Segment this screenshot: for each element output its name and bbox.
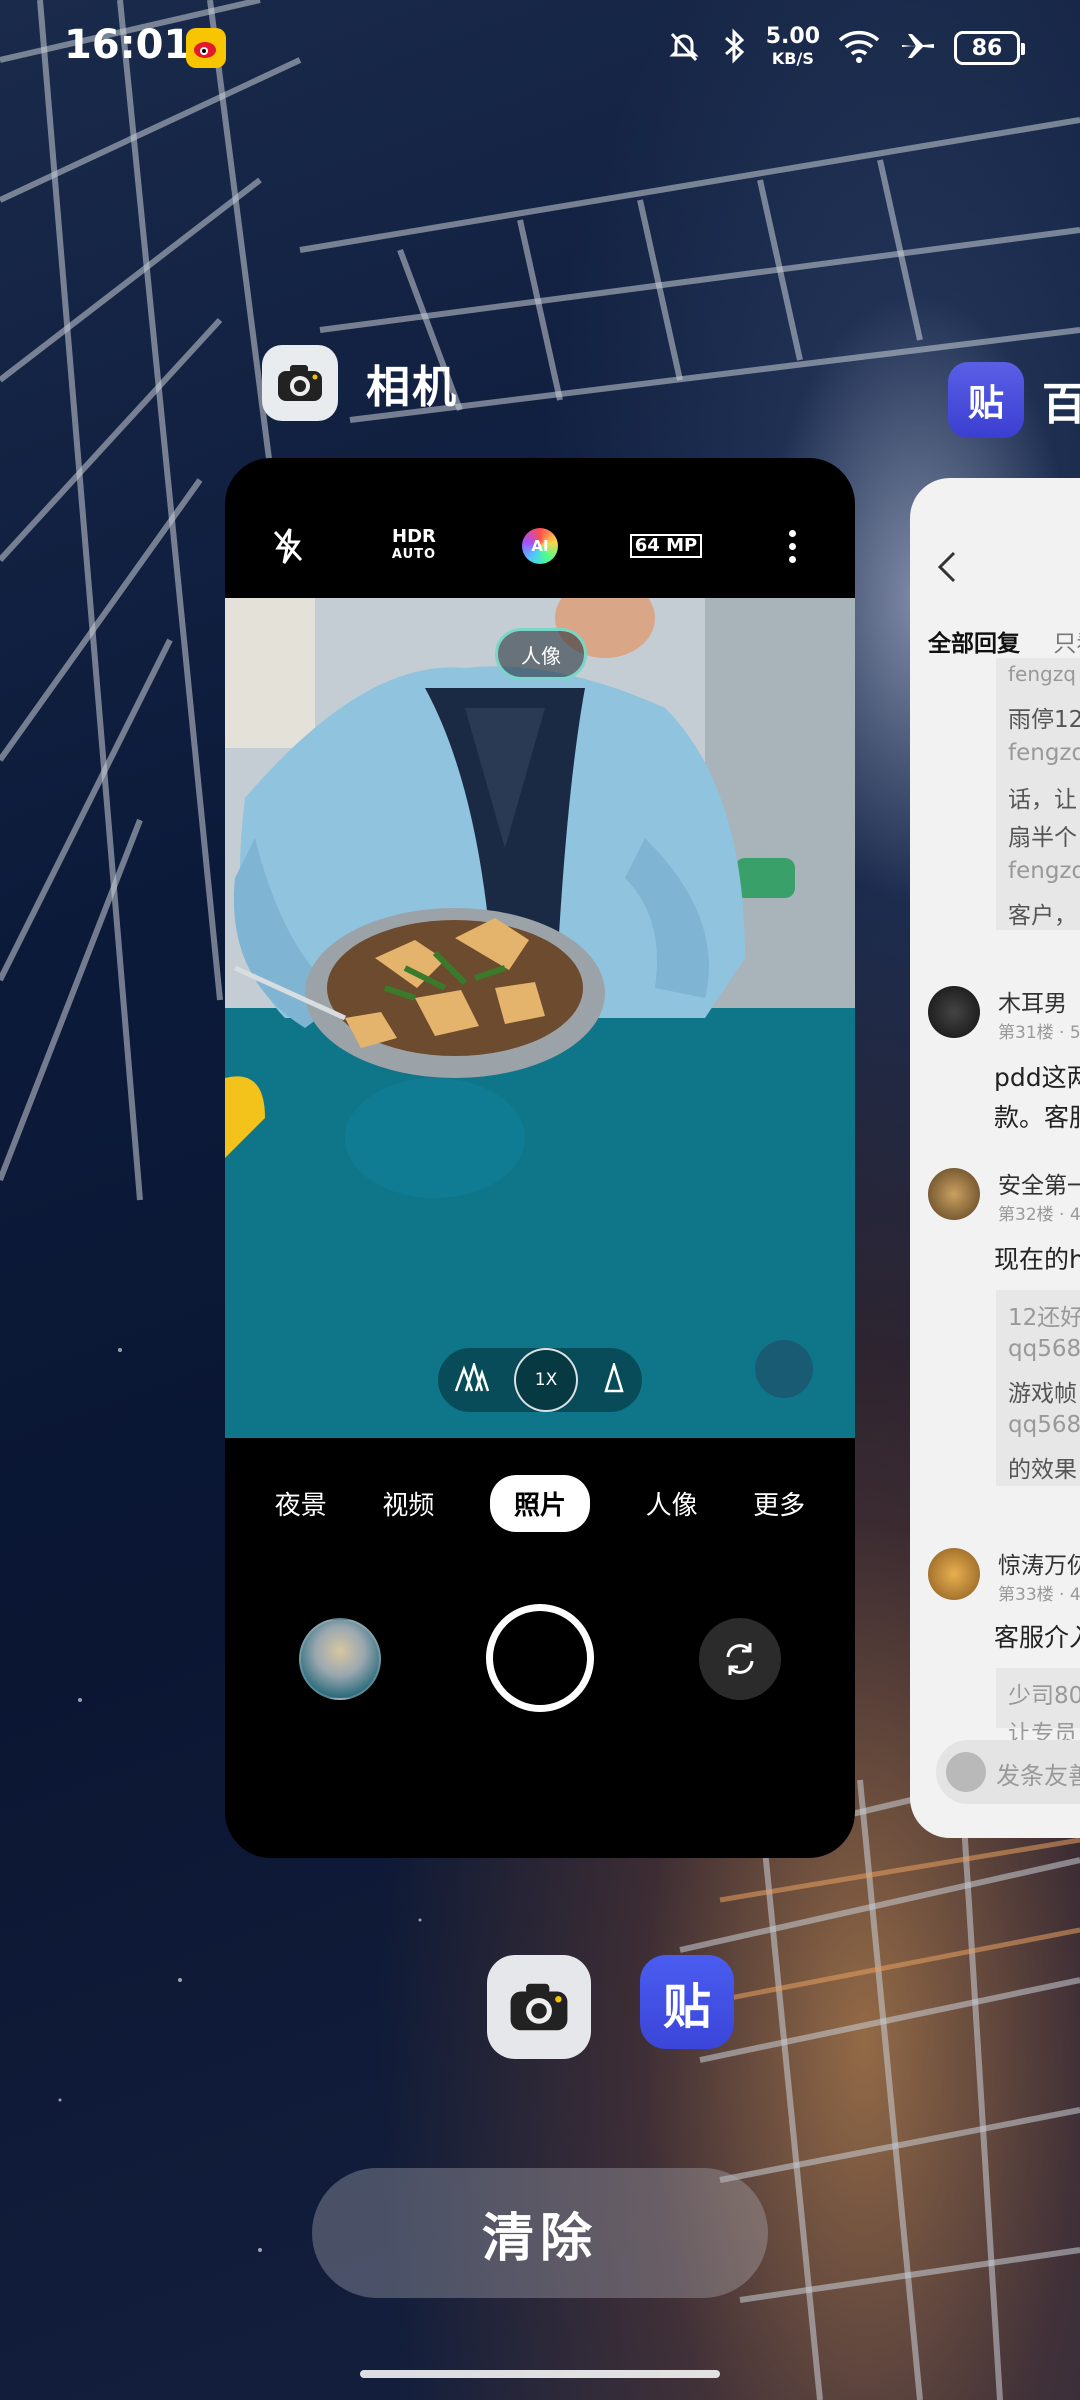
reply-text: 款。客服: [994, 1103, 1080, 1132]
viewfinder-scene: [225, 598, 855, 1438]
reply-line: 扇半个: [1008, 825, 1077, 851]
status-icons: 5.00 KB/S 86: [664, 20, 1025, 76]
reply-line: 游戏帧: [1008, 1381, 1077, 1407]
recents-screen: 16:01 5.00 KB/S 86 相机 HDR AUTO AI 64 MP …: [0, 0, 1080, 2400]
tab-only[interactable]: 只看: [1053, 631, 1080, 657]
bluetooth-icon: [720, 26, 750, 70]
username[interactable]: 安全第一: [998, 1166, 1080, 1200]
floor-meta: 第33楼 · 4: [998, 1585, 1080, 1605]
camera-toolbar: HDR AUTO AI 64 MP: [225, 458, 855, 598]
zoom-selector[interactable]: 1X: [438, 1348, 642, 1412]
my-avatar: [946, 1752, 986, 1792]
status-bar: 16:01 5.00 KB/S 86: [0, 0, 1080, 100]
floor-meta: 第31楼 · 5: [998, 1023, 1080, 1043]
mode-night[interactable]: 夜景: [275, 1485, 327, 1522]
reply-line: fengzq: [1008, 740, 1080, 766]
reply-text: 现在的h: [994, 1245, 1080, 1274]
reply-line: 少司80: [1008, 1683, 1080, 1709]
zoom-1x-button[interactable]: 1X: [514, 1348, 578, 1412]
avatar[interactable]: [928, 1168, 980, 1220]
battery-indicator: 86: [954, 31, 1025, 65]
mode-video[interactable]: 视频: [382, 1485, 434, 1522]
reply-line: 的效果: [1008, 1457, 1077, 1483]
reply-line: fengzq: [1008, 662, 1076, 686]
peek-app-name: 百: [1042, 379, 1080, 430]
reply-line: 雨停123: [1008, 707, 1080, 733]
reply-line: qq5682: [1008, 1336, 1080, 1362]
telephoto-icon[interactable]: [602, 1360, 626, 1397]
more-options-icon[interactable]: [752, 516, 832, 576]
username[interactable]: 惊涛万仞: [998, 1546, 1080, 1580]
wifi-icon: [836, 26, 882, 70]
clock: 16:01: [64, 22, 192, 68]
username[interactable]: 木耳男: [998, 984, 1067, 1018]
flash-off-icon[interactable]: [248, 516, 328, 576]
dock-tieba-icon[interactable]: 贴: [640, 1955, 734, 2049]
camera-mode-selector: 夜景 视频 照片 人像 更多: [225, 1468, 855, 1538]
weibo-notification-icon: [186, 28, 226, 68]
airplane-icon: [898, 26, 938, 70]
camera-app-card[interactable]: HDR AUTO AI 64 MP 人像 1X 夜景 视频 照片 人像 更多: [225, 458, 855, 1858]
avatar[interactable]: [928, 986, 980, 1038]
mute-icon: [664, 26, 704, 70]
tieba-icon: 贴: [948, 362, 1024, 438]
lens-hint-icon[interactable]: [755, 1340, 813, 1398]
camera-app-header[interactable]: 相机: [262, 345, 458, 421]
tab-all-replies[interactable]: 全部回复: [928, 631, 1020, 657]
back-icon[interactable]: [936, 548, 958, 594]
tieba-app-card[interactable]: 全部回复 只看 fengzq 雨停123 fengzq 话，让 扇半个 feng…: [910, 478, 1080, 1838]
reply-text: 客服介入: [994, 1623, 1080, 1652]
reply-text: pdd这两: [994, 1063, 1080, 1092]
avatar[interactable]: [928, 1548, 980, 1600]
reply-line: 话，让: [1008, 787, 1077, 813]
shutter-row: [225, 1578, 855, 1738]
reply-placeholder: 发条友善: [996, 1762, 1080, 1790]
camera-viewfinder[interactable]: 人像 1X: [225, 598, 855, 1438]
floor-meta: 第32楼 · 4: [998, 1205, 1080, 1225]
network-speed: 5.00 KB/S: [765, 24, 820, 69]
camera-icon: [262, 345, 338, 421]
switch-camera-icon[interactable]: [699, 1618, 781, 1700]
mode-photo[interactable]: 照片: [489, 1474, 590, 1532]
ai-button[interactable]: AI: [500, 516, 580, 576]
reply-line: 12还好: [1008, 1305, 1080, 1331]
reply-line: qq5682: [1008, 1412, 1080, 1438]
reply-tabs: 全部回复 只看: [928, 624, 1080, 658]
megapixel-button[interactable]: 64 MP: [626, 516, 706, 576]
reply-input[interactable]: 发条友善: [936, 1740, 1080, 1804]
reply-line: 客户，: [1008, 903, 1077, 929]
mode-more[interactable]: 更多: [753, 1485, 805, 1522]
dock-camera-icon[interactable]: [487, 1955, 591, 2059]
home-indicator[interactable]: [360, 2370, 720, 2378]
portrait-mode-chip[interactable]: 人像: [495, 628, 587, 680]
mode-portrait[interactable]: 人像: [646, 1485, 698, 1522]
clear-all-button[interactable]: 清除: [312, 2168, 768, 2298]
gallery-thumbnail[interactable]: [299, 1618, 381, 1700]
hdr-auto-button[interactable]: HDR AUTO: [374, 516, 454, 576]
app-name: 相机: [366, 362, 458, 413]
reply-line: fengzq: [1008, 858, 1080, 884]
wide-angle-icon[interactable]: [454, 1360, 490, 1397]
tieba-app-header[interactable]: 贴 百: [948, 362, 1080, 438]
shutter-button[interactable]: [486, 1604, 594, 1712]
